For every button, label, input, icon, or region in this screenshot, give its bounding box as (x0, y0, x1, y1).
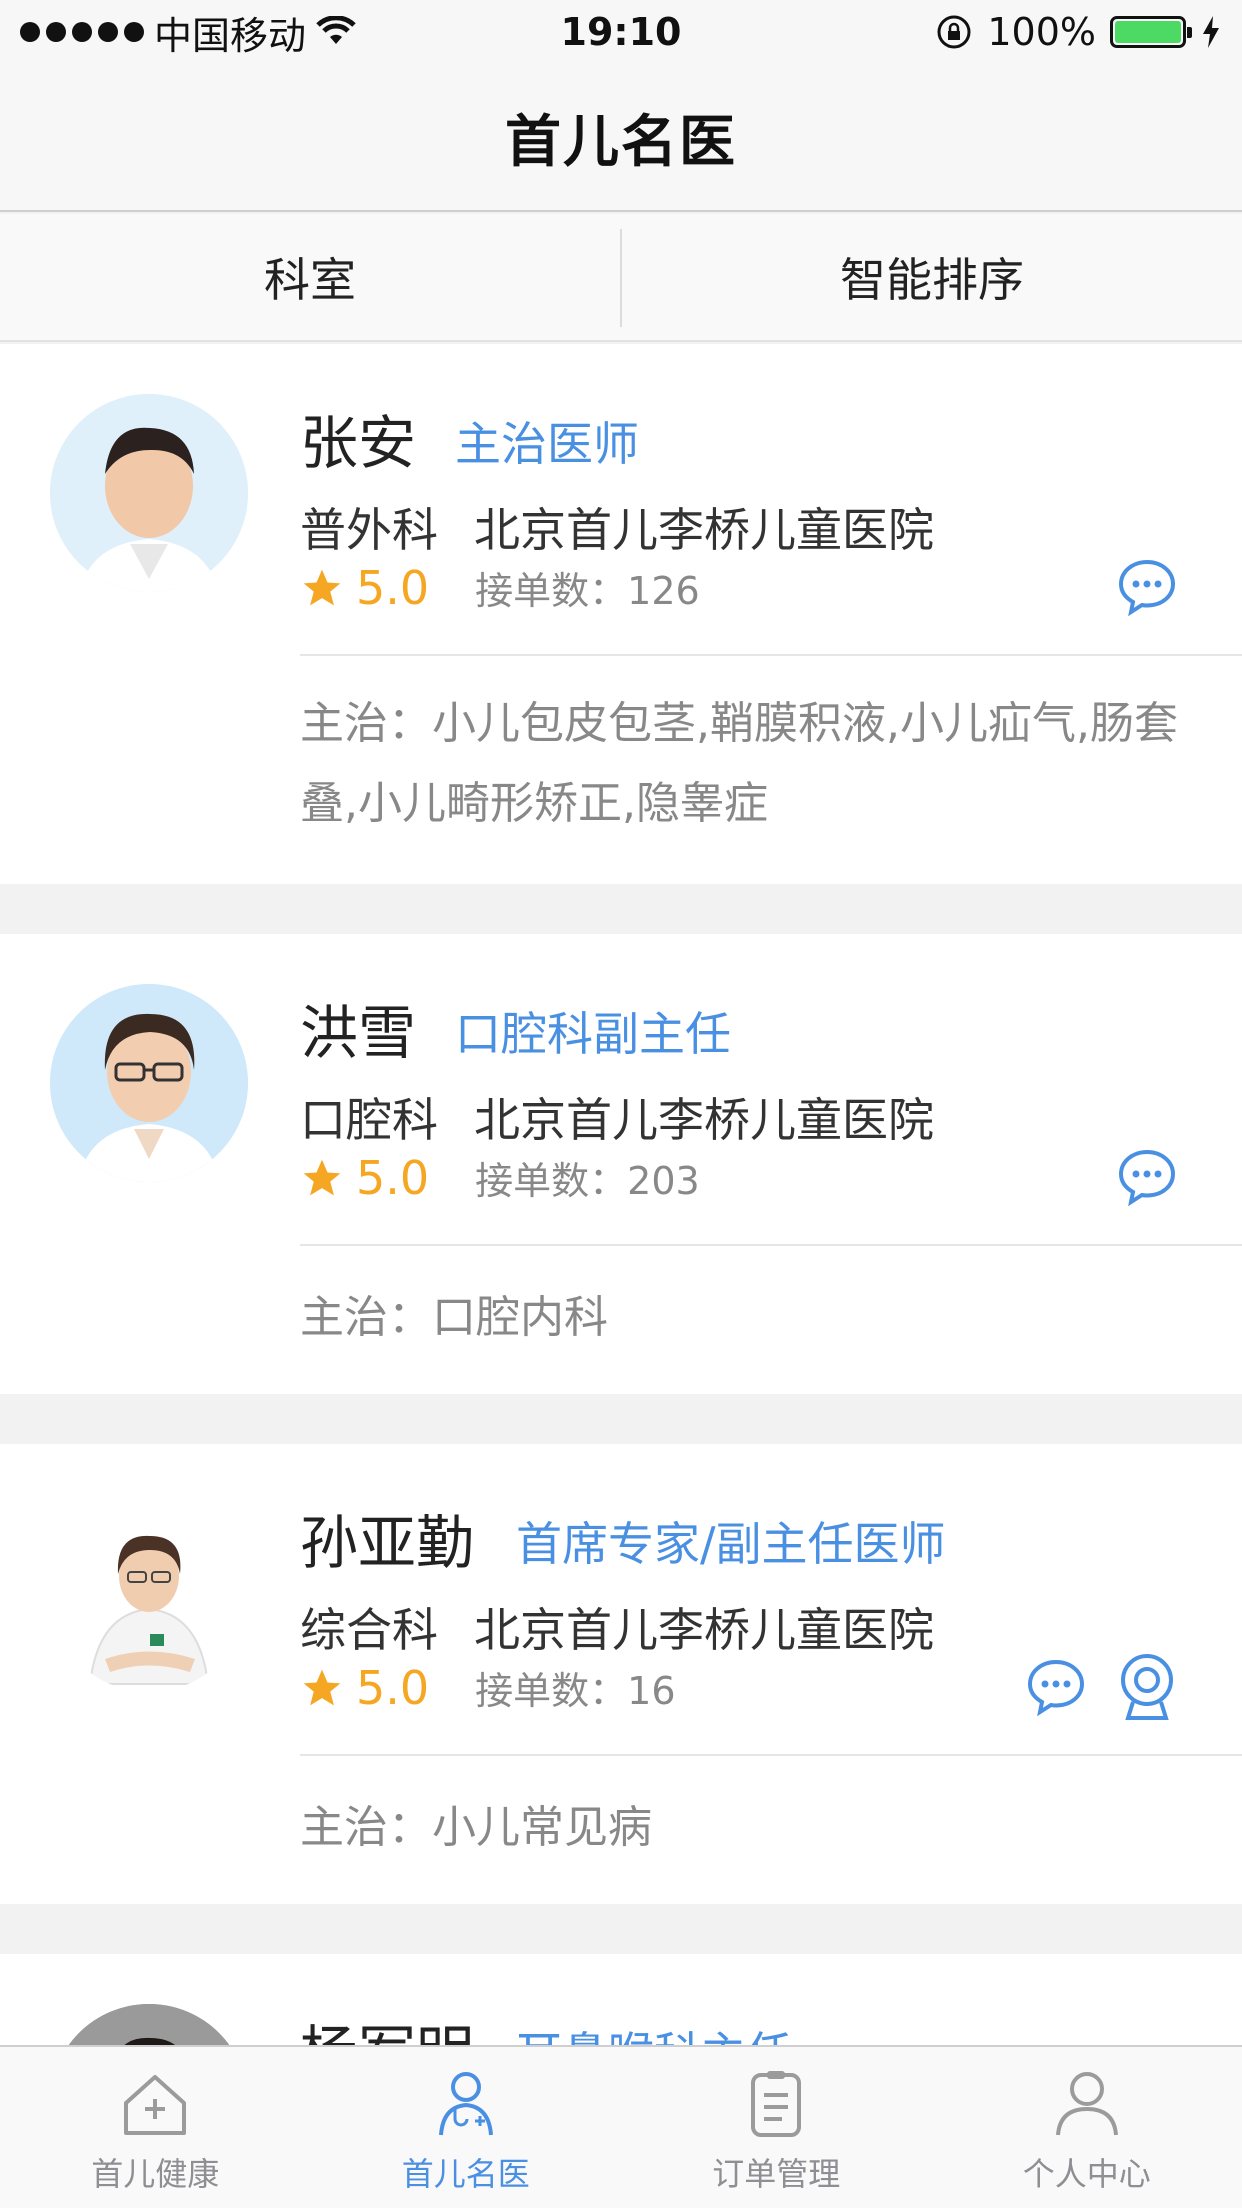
tab-label: 首儿健康 (91, 2155, 220, 2193)
star-icon (303, 569, 341, 605)
card-divider (300, 654, 1242, 656)
rotation-lock-icon (937, 15, 971, 49)
doctor-avatar (50, 394, 248, 592)
charging-icon (1203, 16, 1219, 48)
battery-icon (1110, 16, 1192, 48)
doctor-name: 张安 (300, 409, 417, 477)
order-count: 接单数：126 (475, 569, 700, 613)
tab-profile[interactable]: 个人中心 (932, 2047, 1242, 2208)
clipboard-icon (751, 2071, 802, 2137)
doctor-department: 综合科 (300, 1603, 438, 1657)
filter-bar: 科室 智能排序 (0, 214, 1242, 342)
doctor-avatar (50, 984, 248, 1182)
doctor-affiliation: 普外科 北京首儿李桥儿童医院 (300, 494, 934, 560)
doctor-title: 主治医师 (455, 417, 639, 471)
doctor-rating: 5.0 接单数：16 (300, 1660, 676, 1715)
doctor-specialty: 主治：小儿常见病 (300, 1802, 652, 1853)
doctor-rating: 5.0 接单数：126 (300, 560, 700, 615)
doctor-avatar (50, 1494, 248, 1692)
doctor-title: 口腔科副主任 (455, 1007, 731, 1061)
doctor-affiliation: 综合科 北京首儿李桥儿童医院 (300, 1594, 934, 1660)
doctor-specialty: 主治：口腔内科 (300, 1292, 608, 1343)
card-divider (300, 1754, 1242, 1756)
doctor-hospital: 北京首儿李桥儿童医院 (474, 1603, 934, 1657)
tab-orders[interactable]: 订单管理 (621, 2047, 932, 2208)
video-icon[interactable] (1116, 1652, 1178, 1722)
department-filter[interactable]: 科室 (0, 214, 620, 340)
status-bar: 中国移动 19:10 100% (0, 0, 1242, 64)
rating-score: 5.0 (356, 1150, 430, 1205)
doctor-rating: 5.0 接单数：203 (300, 1150, 700, 1205)
signal-strength-icon (20, 22, 144, 42)
carrier-label: 中国移动 (154, 13, 307, 58)
doctor-department: 口腔科 (300, 1093, 438, 1147)
star-icon (303, 1669, 341, 1705)
navigation-bar: 首儿名医 (0, 64, 1242, 212)
chat-icon[interactable] (1025, 1656, 1087, 1718)
wifi-icon (316, 16, 356, 44)
order-count: 接单数：16 (475, 1669, 676, 1713)
tab-doctors[interactable]: 首儿名医 (311, 2047, 622, 2208)
health-house-icon (124, 2075, 187, 2135)
status-time: 19:10 (560, 10, 682, 54)
doctor-card[interactable]: 张安 主治医师 普外科 北京首儿李桥儿童医院 5.0 接单数：126 主治：小儿包… (0, 344, 1242, 884)
doctor-hospital: 北京首儿李桥儿童医院 (474, 503, 934, 557)
doctor-name: 洪雪 (300, 999, 417, 1067)
doctor-department: 普外科 (300, 503, 438, 557)
person-icon (1055, 2072, 1118, 2136)
doctor-specialty: 主治：小儿包皮包茎,鞘膜积液,小儿疝气,肠套叠,小儿畸形矫正,隐睾症 (300, 698, 1178, 829)
tab-label: 个人中心 (1022, 2155, 1151, 2193)
tab-label: 订单管理 (712, 2155, 841, 2193)
star-icon (303, 1159, 341, 1195)
doctor-title: 首席专家/副主任医师 (516, 1517, 946, 1571)
card-divider (300, 1244, 1242, 1246)
battery-percent: 100% (987, 10, 1096, 54)
doctor-affiliation: 口腔科 北京首儿李桥儿童医院 (300, 1084, 934, 1150)
doctor-icon (438, 2072, 493, 2136)
sort-filter[interactable]: 智能排序 (622, 214, 1242, 340)
tab-label: 首儿名医 (401, 2155, 530, 2193)
chat-icon[interactable] (1116, 1146, 1178, 1208)
doctor-name: 孙亚勤 (300, 1509, 475, 1577)
tab-bar: 首儿健康 首儿名医 订单管理 个人中心 (0, 2045, 1242, 2208)
doctor-card[interactable]: 孙亚勤 首席专家/副主任医师 综合科 北京首儿李桥儿童医院 5.0 接单数：16 … (0, 1444, 1242, 1904)
rating-score: 5.0 (356, 560, 430, 615)
rating-score: 5.0 (356, 1660, 430, 1715)
page-title: 首儿名医 (505, 109, 737, 175)
tab-health[interactable]: 首儿健康 (0, 2047, 311, 2208)
chat-icon[interactable] (1116, 556, 1178, 618)
doctor-card[interactable]: 洪雪 口腔科副主任 口腔科 北京首儿李桥儿童医院 5.0 接单数：203 主治：口… (0, 934, 1242, 1394)
doctor-hospital: 北京首儿李桥儿童医院 (474, 1093, 934, 1147)
order-count: 接单数：203 (475, 1159, 700, 1203)
